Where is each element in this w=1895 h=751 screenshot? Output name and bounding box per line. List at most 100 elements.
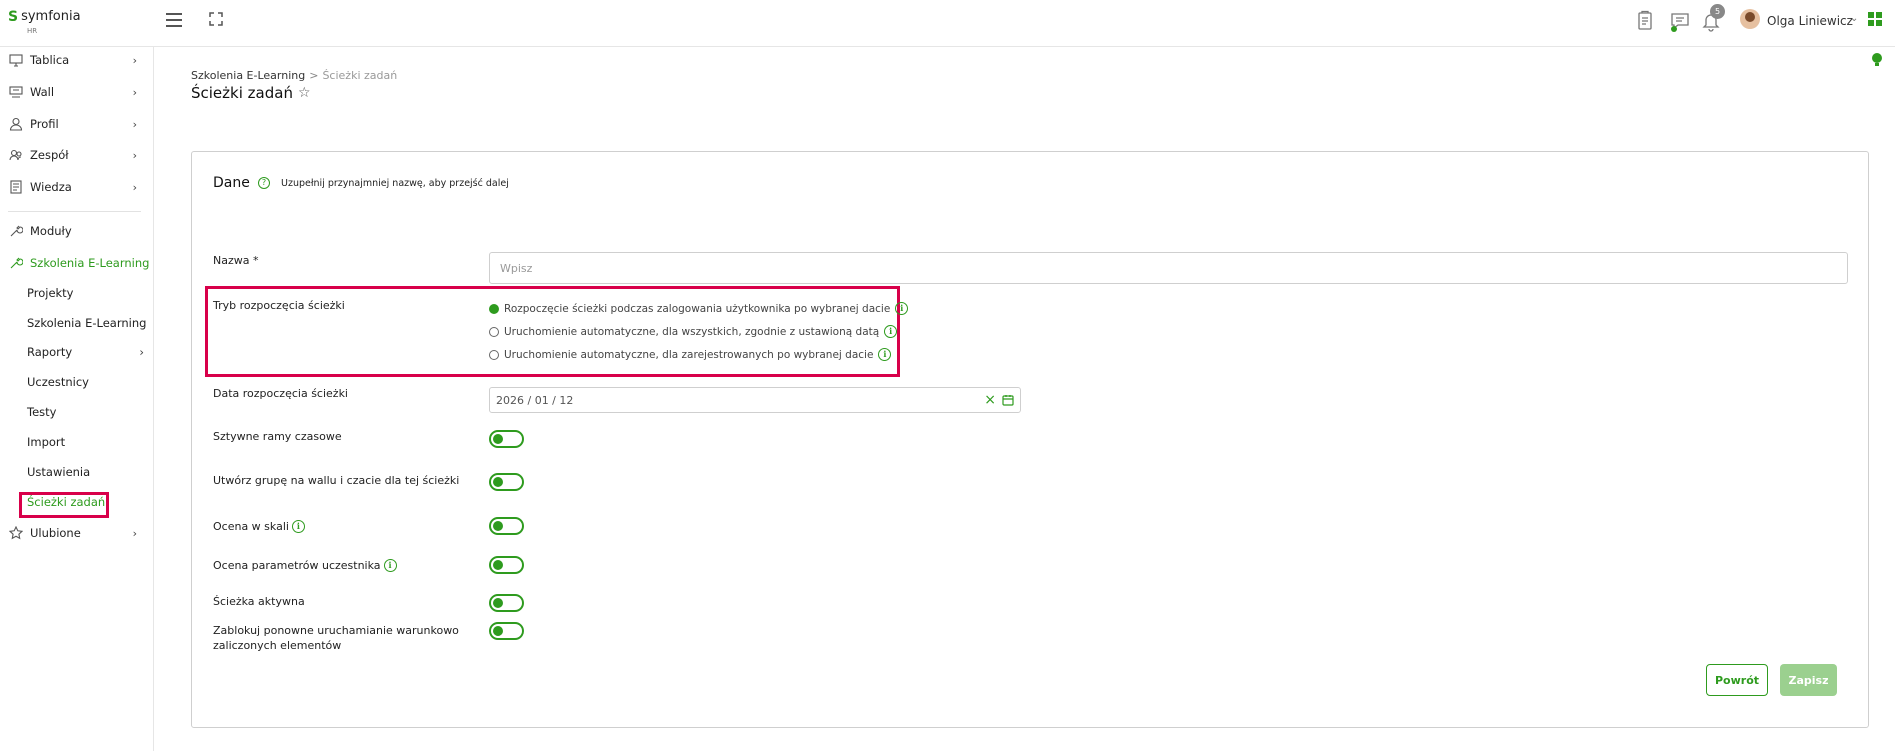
logo[interactable]: S symfonia HR <box>8 9 81 36</box>
mode-option-2[interactable]: Uruchomienie automatyczne, dla wszystkic… <box>489 325 898 338</box>
sidebar-item-label: Zespół <box>30 148 69 162</box>
toggle-label-participant-params: Ocena parametrów uczestnika i <box>213 559 397 572</box>
menu-toggle-icon[interactable] <box>166 13 182 27</box>
toggle-label-path-active: Ścieżka aktywna <box>213 595 305 608</box>
fullscreen-icon[interactable] <box>209 12 223 26</box>
breadcrumb-current: Ścieżki zadań <box>322 69 398 82</box>
sidebar-item-label: Tablica <box>30 53 70 67</box>
sidebar-item-profil[interactable]: Profil › <box>0 113 153 135</box>
chevron-right-icon: › <box>132 85 137 99</box>
logo-icon: S <box>8 9 19 25</box>
form-card: Dane ? Uzupełnij przynajmniej nazwę, aby… <box>191 151 1869 728</box>
radio-checked[interactable] <box>489 303 499 314</box>
sidebar-subitem-ustawienia[interactable]: Ustawienia <box>27 463 90 481</box>
breadcrumb-parent[interactable]: Szkolenia E-Learning <box>191 69 305 82</box>
info-icon[interactable]: i <box>291 520 305 533</box>
mode-label: Tryb rozpoczęcia ścieżki <box>213 299 345 312</box>
sidebar-subitem-uczestnicy[interactable]: Uczestnicy <box>27 373 89 391</box>
toggle-label-block-restart: Zablokuj ponowne uruchamianie warunkowo … <box>213 624 459 652</box>
wrench-icon <box>9 224 23 238</box>
toggle-block-restart[interactable] <box>489 622 524 640</box>
sidebar: Tablica › Wall › Profil › Zespół › Wiedz… <box>0 47 154 751</box>
notifications-badge: 5 <box>1710 4 1725 19</box>
lightbulb-icon[interactable] <box>1871 52 1883 68</box>
sidebar-item-szkolenia[interactable]: Szkolenia E-Learning <box>0 252 153 274</box>
favorite-star-icon[interactable]: ☆ <box>298 85 311 101</box>
chevron-right-icon: › <box>132 180 137 194</box>
back-button[interactable]: Powrót <box>1706 664 1768 696</box>
mode-option-label: Rozpoczęcie ścieżki podczas zalogowania … <box>504 302 891 315</box>
sidebar-subitem-raporty[interactable]: Raporty › <box>27 343 144 361</box>
info-icon[interactable]: i <box>383 559 397 572</box>
sidebar-subitem-projekty[interactable]: Projekty <box>27 284 74 302</box>
sidebar-item-tablica[interactable]: Tablica › <box>0 49 153 71</box>
sidebar-item-label: Ulubione <box>30 526 81 540</box>
name-label: Nazwa * <box>213 254 259 267</box>
sidebar-item-label: Profil <box>30 117 59 131</box>
sidebar-item-moduly[interactable]: Moduły <box>0 220 153 242</box>
info-icon[interactable]: i <box>895 302 909 315</box>
page-title: Ścieżki zadań ☆ <box>191 84 311 102</box>
chevron-right-icon: › <box>132 148 137 162</box>
logo-text: symfonia <box>21 9 81 24</box>
sidebar-item-label: Wiedza <box>30 180 72 194</box>
info-icon[interactable]: i <box>878 348 892 361</box>
start-date-label: Data rozpoczęcia ścieżki <box>213 387 348 400</box>
sidebar-item-label: Moduły <box>30 224 72 238</box>
wall-icon <box>9 85 23 99</box>
sidebar-subitem-label: Raporty <box>27 345 73 359</box>
toggle-path-active[interactable] <box>489 594 524 612</box>
toggle-participant-params[interactable] <box>489 556 524 574</box>
toggle-create-group[interactable] <box>489 473 524 491</box>
page-title-text: Ścieżki zadań <box>191 84 293 102</box>
avatar[interactable] <box>1740 9 1760 29</box>
section-title: Dane <box>213 175 250 191</box>
info-icon[interactable]: i <box>884 325 898 338</box>
mode-option-label: Uruchomienie automatyczne, dla zarejestr… <box>504 348 874 361</box>
team-icon <box>9 148 23 162</box>
toggle-label-scale-rating: Ocena w skali i <box>213 520 305 533</box>
top-bar: S symfonia HR 5 Olga Liniewicz ⌄ <box>0 0 1895 47</box>
help-icon[interactable]: ? <box>258 177 270 189</box>
sidebar-item-ulubione[interactable]: Ulubione › <box>0 522 153 544</box>
chevron-right-icon: › <box>132 117 137 131</box>
chat-icon[interactable] <box>1669 10 1691 32</box>
star-icon <box>9 526 23 540</box>
monitor-icon <box>9 53 23 67</box>
name-input[interactable] <box>489 252 1848 284</box>
apps-grid-icon[interactable] <box>1868 12 1882 26</box>
toggle-label-text: Ocena parametrów uczestnika <box>213 559 381 572</box>
sidebar-item-zespol[interactable]: Zespół › <box>0 144 153 166</box>
toggle-rigid-time[interactable] <box>489 430 524 448</box>
toggle-label-text: Ocena w skali <box>213 520 289 533</box>
breadcrumb: Szkolenia E-Learning > Ścieżki zadań <box>191 69 397 82</box>
user-icon <box>9 117 23 131</box>
toggle-label-rigid-time: Sztywne ramy czasowe <box>213 430 342 443</box>
user-name[interactable]: Olga Liniewicz <box>1767 14 1853 28</box>
book-icon <box>9 180 23 194</box>
save-button[interactable]: Zapisz <box>1780 664 1837 696</box>
sidebar-item-wiedza[interactable]: Wiedza › <box>0 176 153 198</box>
section-hint: Uzupełnij przynajmniej nazwę, aby przejś… <box>281 178 509 189</box>
sidebar-item-label: Szkolenia E-Learning <box>30 256 150 270</box>
highlight-frame-sidebar <box>19 492 109 518</box>
sidebar-subitem-szkolenia-elearning[interactable]: Szkolenia E-Learning <box>27 314 146 332</box>
radio-unchecked[interactable] <box>489 326 499 337</box>
clear-icon[interactable]: × <box>984 392 996 408</box>
wrench-icon <box>9 256 23 270</box>
sidebar-subitem-import[interactable]: Import <box>27 433 65 451</box>
mode-option-1[interactable]: Rozpoczęcie ścieżki podczas zalogowania … <box>489 302 909 315</box>
chevron-down-icon[interactable]: ⌄ <box>1850 13 1858 24</box>
start-date-input[interactable]: 2026 / 01 / 12 × <box>489 387 1021 413</box>
sidebar-subitem-testy[interactable]: Testy <box>27 403 56 421</box>
logo-subtitle: HR <box>27 27 38 35</box>
breadcrumb-separator: > <box>309 69 319 82</box>
calendar-icon[interactable] <box>1002 394 1014 406</box>
clipboard-icon[interactable] <box>1634 10 1656 32</box>
mode-option-3[interactable]: Uruchomienie automatyczne, dla zarejestr… <box>489 348 892 361</box>
radio-unchecked[interactable] <box>489 349 499 360</box>
sidebar-item-wall[interactable]: Wall › <box>0 81 153 103</box>
mode-option-label: Uruchomienie automatyczne, dla wszystkic… <box>504 325 880 338</box>
chevron-right-icon: › <box>132 526 137 540</box>
toggle-scale-rating[interactable] <box>489 517 524 535</box>
